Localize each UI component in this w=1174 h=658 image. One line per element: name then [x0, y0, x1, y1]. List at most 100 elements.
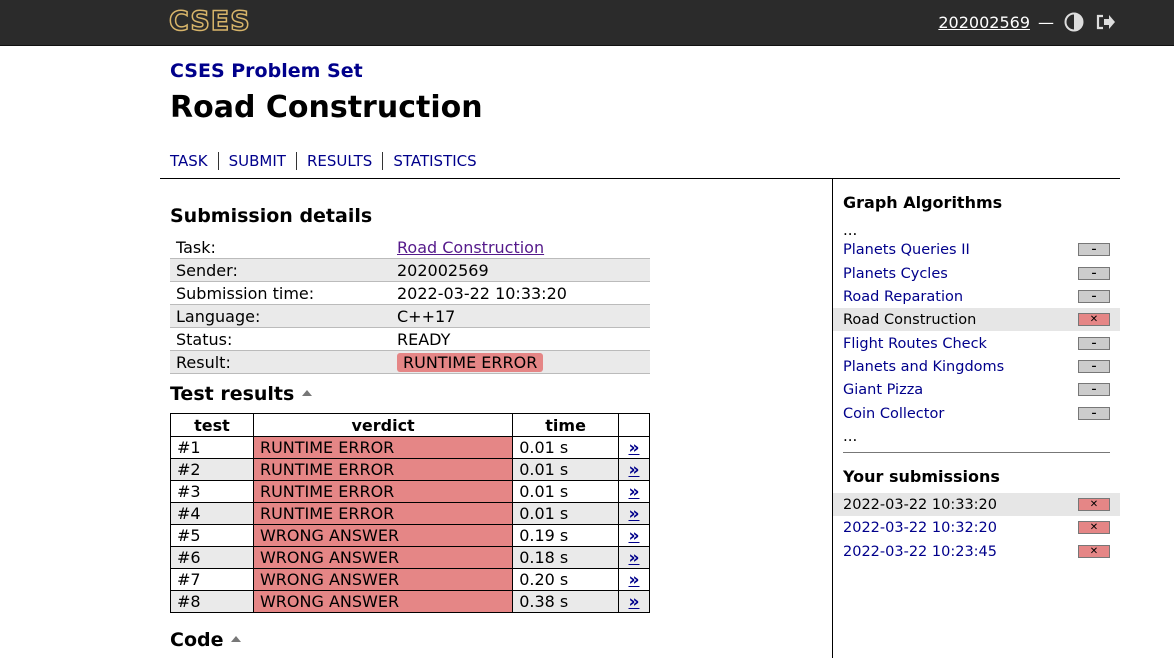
sidebar-task-item[interactable]: Planets Cycles – [833, 262, 1120, 285]
test-results-heading[interactable]: Test results [170, 383, 313, 405]
view-test-link[interactable]: » [629, 592, 640, 612]
test-results-title: Test results [170, 383, 295, 405]
cses-logo[interactable]: CSES [168, 7, 251, 37]
details-label: Submission time: [176, 283, 315, 303]
task-status-badge: ✕ [1078, 313, 1110, 326]
breadcrumb[interactable]: CSES Problem Set [170, 60, 363, 82]
content-divider [160, 178, 1120, 179]
submissions-title: Your submissions [843, 467, 1000, 486]
view-test-link[interactable]: » [629, 570, 640, 590]
table-row: #5 WRONG ANSWER 0.19 s » [170, 524, 650, 547]
sidebar-task-item[interactable]: Flight Routes Check – [833, 332, 1120, 355]
table-row: #7 WRONG ANSWER 0.20 s » [170, 568, 650, 591]
details-label: Task: [176, 237, 216, 257]
logout-icon[interactable] [1094, 10, 1118, 34]
test-number: #1 [170, 436, 254, 459]
details-row-time: Submission time: 2022-03-22 10:33:20 [170, 282, 650, 305]
sidebar-task-label[interactable]: Flight Routes Check [843, 336, 987, 352]
sidebar-submission-item[interactable]: 2022-03-22 10:33:20 ✕ [833, 493, 1120, 516]
code-title: Code [170, 629, 224, 651]
view-test-link[interactable]: » [629, 482, 640, 502]
test-number: #8 [170, 590, 254, 613]
task-status-badge: – [1078, 383, 1110, 396]
task-tabs: TASK SUBMIT RESULTS STATISTICS [170, 152, 487, 170]
user-bar: 202002569 — [938, 10, 1118, 34]
sidebar-task-item[interactable]: Road Construction ✕ [833, 308, 1120, 331]
sidebar-submission-item[interactable]: 2022-03-22 10:32:20 ✕ [833, 516, 1120, 539]
sidebar-ellipsis-top: ... [843, 221, 858, 239]
table-row: #8 WRONG ANSWER 0.38 s » [170, 590, 650, 613]
sidebar-task-item[interactable]: Planets and Kingdoms – [833, 355, 1120, 378]
submission-time-label[interactable]: 2022-03-22 10:33:20 [843, 497, 997, 513]
table-row: #1 RUNTIME ERROR 0.01 s » [170, 436, 650, 459]
time-cell: 0.01 s [512, 502, 619, 525]
sidebar-task-item[interactable]: Coin Collector – [833, 402, 1120, 425]
collapse-triangle-icon[interactable] [231, 635, 242, 642]
details-label: Language: [176, 306, 261, 326]
column-header-test: test [170, 413, 254, 437]
test-number: #2 [170, 458, 254, 481]
verdict-cell: WRONG ANSWER [252, 524, 514, 547]
sidebar-task-label[interactable]: Planets Queries II [843, 242, 970, 258]
sidebar-task-label[interactable]: Giant Pizza [843, 382, 923, 398]
table-row: #6 WRONG ANSWER 0.18 s » [170, 546, 650, 569]
details-label: Result: [176, 352, 231, 372]
page-title: Road Construction [170, 90, 483, 125]
sidebar-task-label[interactable]: Coin Collector [843, 406, 944, 422]
verdict-cell: WRONG ANSWER [252, 546, 514, 569]
submission-time-label[interactable]: 2022-03-22 10:32:20 [843, 520, 997, 536]
time-cell: 0.20 s [512, 568, 619, 591]
time-cell: 0.38 s [512, 590, 619, 613]
sidebar-submission-item[interactable]: 2022-03-22 10:23:45 ✕ [833, 540, 1120, 563]
submission-time-label[interactable]: 2022-03-22 10:23:45 [843, 544, 997, 560]
username-link[interactable]: 202002569 [938, 13, 1030, 32]
sidebar-task-item[interactable]: Giant Pizza – [833, 378, 1120, 401]
sidebar-task-label[interactable]: Planets Cycles [843, 266, 948, 282]
column-header-verdict: verdict [252, 413, 514, 437]
result-badge: RUNTIME ERROR [397, 352, 544, 372]
task-link[interactable]: Road Construction [397, 238, 544, 257]
tab-task[interactable]: TASK [170, 152, 218, 170]
code-heading[interactable]: Code [170, 629, 242, 651]
time-cell: 0.01 s [512, 480, 619, 503]
top-bar: CSES 202002569 — [0, 0, 1174, 46]
test-number: #5 [170, 524, 254, 547]
sidebar-task-item[interactable]: Planets Queries II – [833, 238, 1120, 261]
sidebar-task-item[interactable]: Road Reparation – [833, 285, 1120, 308]
details-row-task: Task: Road Construction [170, 236, 650, 259]
sidebar-section-title: Graph Algorithms [843, 193, 1003, 212]
view-test-link[interactable]: » [629, 460, 640, 480]
collapse-triangle-icon[interactable] [302, 389, 313, 396]
test-number: #6 [170, 546, 254, 569]
details-label: Status: [176, 329, 233, 349]
verdict-cell: RUNTIME ERROR [252, 458, 514, 481]
time-cell: 0.19 s [512, 524, 619, 547]
submission-status-badge: ✕ [1078, 521, 1110, 534]
task-status-badge: – [1078, 337, 1110, 350]
column-header-time: time [512, 413, 619, 437]
verdict-cell: RUNTIME ERROR [252, 480, 514, 503]
sidebar-task-label[interactable]: Road Construction [843, 312, 976, 328]
task-status-badge: – [1078, 243, 1110, 256]
tab-statistics[interactable]: STATISTICS [382, 152, 486, 170]
verdict-cell: RUNTIME ERROR [252, 502, 514, 525]
submission-status-badge: ✕ [1078, 498, 1110, 511]
view-test-link[interactable]: » [629, 438, 640, 458]
tab-submit[interactable]: SUBMIT [217, 152, 296, 170]
view-test-link[interactable]: » [629, 526, 640, 546]
verdict-cell: RUNTIME ERROR [252, 436, 514, 459]
view-test-link[interactable]: » [629, 548, 640, 568]
table-row: #3 RUNTIME ERROR 0.01 s » [170, 480, 650, 503]
sidebar-task-label[interactable]: Road Reparation [843, 289, 963, 305]
details-label: Sender: [176, 260, 238, 280]
sidebar-task-label[interactable]: Planets and Kingdoms [843, 359, 1004, 375]
tab-results[interactable]: RESULTS [295, 152, 382, 170]
details-row-sender: Sender: 202002569 [170, 258, 650, 282]
test-number: #4 [170, 502, 254, 525]
table-row: #2 RUNTIME ERROR 0.01 s » [170, 458, 650, 481]
time-cell: 0.18 s [512, 546, 619, 569]
details-value: 2022-03-22 10:33:20 [397, 283, 567, 303]
contrast-icon[interactable] [1062, 10, 1086, 34]
view-test-link[interactable]: » [629, 504, 640, 524]
task-status-badge: – [1078, 407, 1110, 420]
